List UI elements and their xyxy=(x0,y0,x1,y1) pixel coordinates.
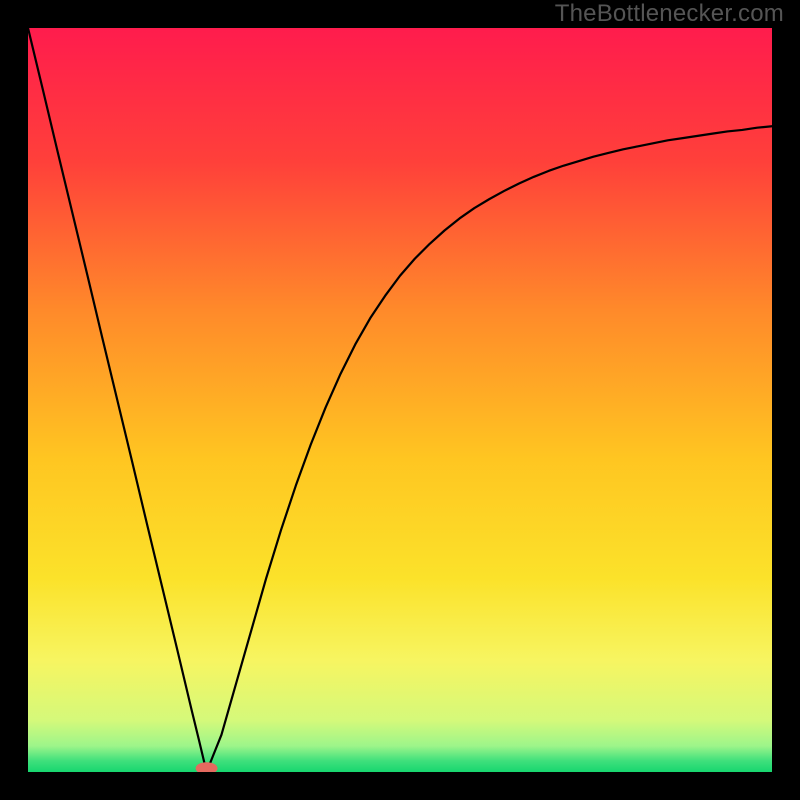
bottleneck-chart xyxy=(28,28,772,772)
watermark-text: TheBottlenecker.com xyxy=(555,0,784,28)
chart-frame: TheBottlenecker.com xyxy=(0,0,800,800)
chart-background xyxy=(28,28,772,772)
plot-area xyxy=(28,28,772,772)
